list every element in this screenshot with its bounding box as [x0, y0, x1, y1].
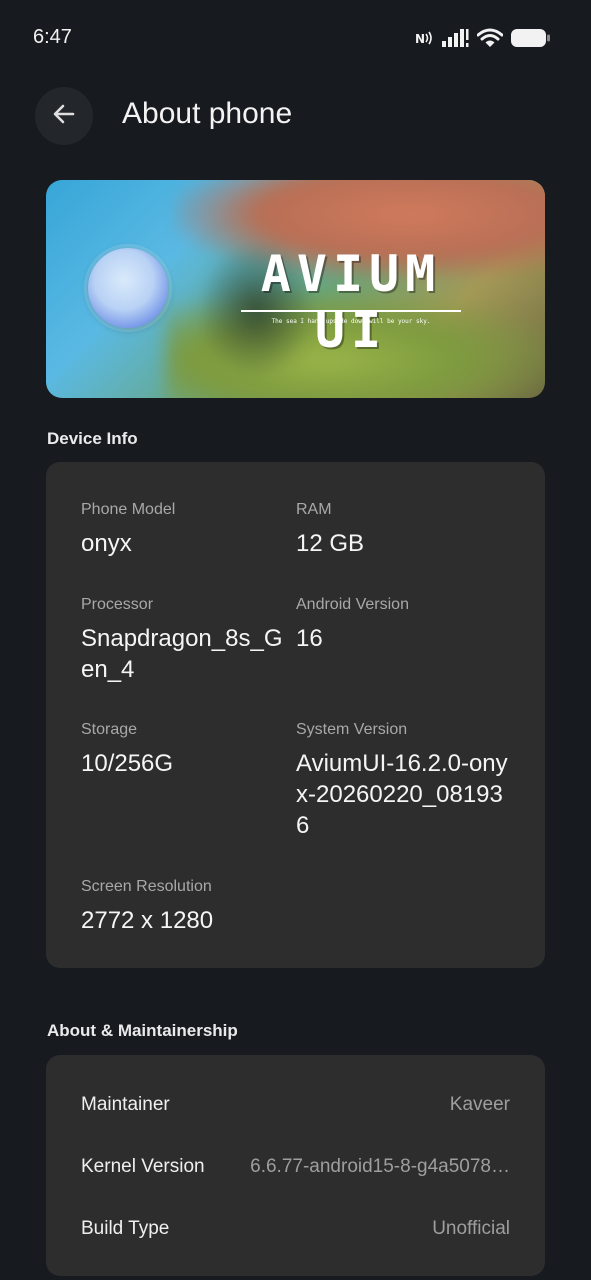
info-label: Storage	[81, 721, 138, 738]
row-kernel-version[interactable]: Kernel Version 6.6.77-android15-8-g4a507…	[81, 1152, 510, 1182]
row-build-type[interactable]: Build Type Unofficial	[81, 1214, 510, 1244]
info-storage: Storage 10/256G	[81, 720, 286, 779]
device-info-card: Phone Model onyx RAM 12 GB Processor Sna…	[46, 462, 545, 968]
row-maintainer[interactable]: Maintainer Kaveer	[81, 1090, 510, 1120]
info-label: Screen Resolution	[81, 878, 212, 895]
status-icons: N	[415, 25, 551, 51]
info-label: Processor	[81, 596, 154, 613]
wifi-icon	[477, 28, 503, 48]
nfc-icon: N	[415, 30, 433, 46]
rom-tagline: The sea I hang upside down will be your …	[271, 318, 431, 325]
info-value: 12 GB	[296, 530, 365, 557]
info-screen-resolution: Screen Resolution 2772 x 1280	[81, 877, 341, 936]
rom-banner: AVIUM UI The sea I hang upside down will…	[46, 180, 545, 398]
row-value: 6.6.77-android15-8-g4a5078…	[250, 1156, 510, 1177]
about-heading: About & Maintainership	[47, 1021, 238, 1040]
rom-logo-orb	[88, 248, 168, 328]
status-bar: 6:47 N	[0, 0, 591, 74]
info-value: 10/256G	[81, 750, 174, 777]
rom-brand-title: AVIUM UI	[260, 245, 442, 359]
row-label: Build Type	[81, 1218, 170, 1239]
row-label: Kernel Version	[81, 1156, 205, 1177]
about-card: Maintainer Kaveer Kernel Version 6.6.77-…	[46, 1055, 545, 1276]
row-label: Maintainer	[81, 1094, 170, 1115]
info-value: Snapdragon_8s_Gen_4	[81, 625, 283, 683]
info-processor: Processor Snapdragon_8s_Gen_4	[81, 595, 293, 685]
info-android-version: Android Version 16	[296, 595, 511, 654]
svg-text:N: N	[415, 32, 425, 46]
info-label: Android Version	[296, 596, 409, 613]
info-value: 2772 x 1280	[81, 907, 214, 934]
info-label: System Version	[296, 721, 408, 738]
signal-icon	[441, 28, 469, 48]
page-title: About phone	[122, 97, 293, 130]
info-phone-model: Phone Model onyx	[81, 500, 286, 559]
back-arrow-icon	[51, 101, 77, 132]
info-system-version: System Version AviumUI-16.2.0-onyx-20260…	[296, 720, 508, 841]
status-time: 6:47	[33, 26, 72, 48]
info-label: RAM	[296, 501, 332, 518]
back-button[interactable]	[35, 87, 93, 145]
row-value: Kaveer	[449, 1094, 510, 1115]
info-value: AviumUI-16.2.0-onyx-20260220_081936	[296, 750, 508, 839]
row-value: Unofficial	[432, 1218, 510, 1239]
info-label: Phone Model	[81, 501, 176, 518]
battery-icon	[511, 28, 551, 48]
about-phone-screen: 6:47 N About phone AVIUM UI The sea I ha…	[0, 0, 591, 1280]
device-info-heading: Device Info	[47, 429, 138, 448]
info-value: onyx	[81, 530, 132, 557]
brand-underline	[241, 310, 461, 312]
info-value: 16	[296, 625, 323, 652]
info-ram: RAM 12 GB	[296, 500, 511, 559]
